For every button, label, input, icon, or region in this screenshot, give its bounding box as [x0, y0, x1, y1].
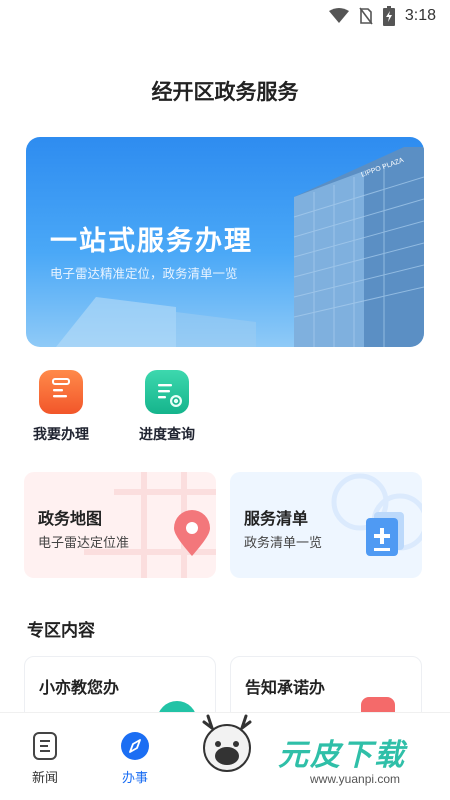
watermark-url: www.yuanpi.com	[310, 772, 401, 786]
status-icons: 3:18	[328, 6, 436, 26]
briefcase-icon	[39, 370, 83, 414]
status-bar: 3:18	[0, 0, 450, 32]
tab-label: 新闻	[31, 771, 58, 786]
no-sim-icon	[359, 7, 373, 25]
document-add-icon	[366, 512, 404, 556]
watermark: 元皮下载 www.yuanpi.com	[270, 728, 445, 792]
watermark-text: 元皮下载	[278, 738, 406, 773]
tab-news[interactable]: 新闻	[20, 731, 70, 786]
building-illustration: LIPPO PLAZA	[293, 147, 424, 347]
glass-building-illustration	[56, 297, 256, 347]
zone-card-title: 小亦教您办	[39, 678, 120, 697]
card-service-list[interactable]: 服务清单 政务清单一览	[230, 472, 422, 578]
banner-title: 一站式服务办理	[50, 226, 253, 257]
card-subtitle: 电子雷达定位准	[38, 536, 130, 551]
document-search-icon	[145, 370, 189, 414]
quick-action-label: 进度查询	[139, 427, 195, 443]
quick-action-label: 我要办理	[33, 427, 89, 443]
section-title: 专区内容	[27, 621, 95, 641]
card-title: 政务地图	[38, 509, 103, 528]
page-title: 经开区政务服务	[151, 80, 299, 104]
status-time: 3:18	[404, 7, 436, 24]
news-icon	[33, 732, 57, 760]
card-gov-map[interactable]: 政务地图 电子雷达定位准	[24, 472, 216, 578]
banner-subtitle: 电子雷达精准定位，政务清单一览	[50, 266, 238, 281]
tab-services[interactable]: 办事	[110, 731, 160, 786]
hero-banner[interactable]: LIPPO PLAZA 一站式服务办理 电子雷达精准定位，政务清单一览	[26, 137, 424, 347]
compass-icon	[121, 732, 149, 760]
zone-card-title: 告知承诺办	[245, 678, 326, 697]
quick-action-progress[interactable]: 进度查询	[127, 370, 207, 444]
card-subtitle: 政务清单一览	[244, 536, 323, 551]
map-pin-icon	[174, 510, 210, 556]
battery-charging-icon	[382, 6, 395, 26]
tab-label: 办事	[121, 771, 148, 786]
deer-mascot-logo	[202, 714, 252, 772]
card-title: 服务清单	[244, 509, 309, 528]
wifi-icon	[328, 8, 349, 23]
quick-action-apply[interactable]: 我要办理	[21, 370, 101, 444]
